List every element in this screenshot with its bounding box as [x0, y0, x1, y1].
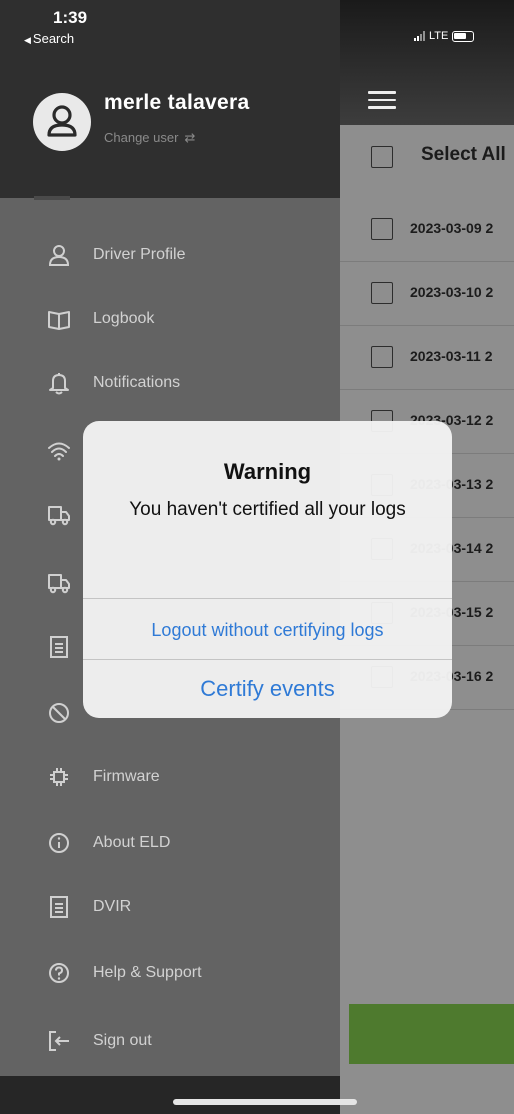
sign-out-icon [44, 1026, 74, 1056]
truck-icon [44, 500, 74, 530]
user-icon [44, 240, 74, 270]
warning-dialog: Warning You haven't certified all your l… [83, 421, 452, 718]
swap-icon: ⇄ [184, 130, 196, 145]
clipboard-icon [44, 892, 74, 922]
main-header [340, 0, 514, 125]
drawer-footer [0, 1076, 340, 1114]
menu-item-about-eld[interactable]: About ELD [0, 818, 340, 868]
signal-icon [414, 31, 425, 41]
log-date: 2023-03-11 2 [410, 348, 493, 364]
clipboard-icon [44, 632, 74, 662]
log-row[interactable]: 2023-03-11 2 [340, 326, 514, 390]
menu-item-label: Sign out [93, 1032, 152, 1049]
log-checkbox[interactable] [371, 282, 393, 304]
home-indicator [173, 1099, 357, 1105]
dialog-message: You haven't certified all your logs [129, 499, 406, 520]
dialog-divider [83, 598, 452, 599]
menu-item-dvir[interactable]: DVIR [0, 882, 340, 932]
log-checkbox[interactable] [371, 218, 393, 240]
battery-icon [452, 30, 475, 42]
status-indicators: LTE [414, 30, 475, 42]
menu-item-label: Help & Support [93, 964, 202, 981]
status-time: 1:39 [53, 8, 88, 27]
drawer-divider [34, 196, 70, 200]
menu-item-label: Logbook [93, 310, 155, 327]
menu-item-sign-out[interactable]: Sign out [0, 1016, 340, 1066]
menu-item-notifications[interactable]: Notifications [0, 358, 340, 408]
certify-events-button[interactable]: Certify events [83, 659, 452, 718]
select-all-checkbox[interactable] [371, 146, 393, 168]
menu-item-label: Notifications [93, 374, 181, 391]
back-to-search-link[interactable]: ◀ Search [24, 31, 74, 46]
log-checkbox[interactable] [371, 346, 393, 368]
avatar[interactable] [33, 93, 91, 151]
menu-item-label: DVIR [93, 898, 132, 915]
log-row[interactable]: 2023-03-10 2 [340, 262, 514, 326]
menu-item-label: Driver Profile [93, 246, 186, 263]
user-name: merle talavera [104, 91, 250, 114]
back-arrow-icon: ◀ [24, 35, 31, 45]
book-icon [44, 304, 74, 334]
help-icon [44, 958, 74, 988]
user-icon [47, 105, 77, 137]
back-label: Search [32, 31, 75, 46]
network-label: LTE [429, 30, 449, 42]
menu-item-firmware[interactable]: Firmware [0, 752, 340, 802]
logout-without-certifying-button[interactable]: Logout without certifying logs [83, 600, 452, 660]
truck-icon [44, 568, 74, 598]
wifi-icon [44, 436, 74, 466]
log-date: 2023-03-09 2 [410, 220, 494, 236]
certify-action-button[interactable] [349, 1004, 514, 1064]
dialog-title: Warning [223, 459, 312, 484]
menu-item-driver-profile[interactable]: Driver Profile [0, 230, 340, 280]
select-all-label: Select All [421, 144, 506, 165]
menu-item-label: Firmware [93, 768, 160, 785]
bell-icon [44, 368, 74, 398]
chip-icon [44, 762, 74, 792]
change-user-button[interactable]: Change user ⇄ [104, 130, 195, 146]
log-row[interactable]: 2023-03-09 2 [340, 198, 514, 262]
no-entry-icon [44, 698, 74, 728]
menu-item-label: About ELD [93, 834, 171, 851]
menu-item-logbook[interactable]: Logbook [0, 294, 340, 344]
menu-item-help-support[interactable]: Help & Support [0, 948, 340, 998]
menu-toggle-icon[interactable] [368, 91, 396, 109]
log-date: 2023-03-10 2 [410, 284, 494, 300]
info-icon [44, 828, 74, 858]
change-user-label: Change user [104, 130, 179, 145]
